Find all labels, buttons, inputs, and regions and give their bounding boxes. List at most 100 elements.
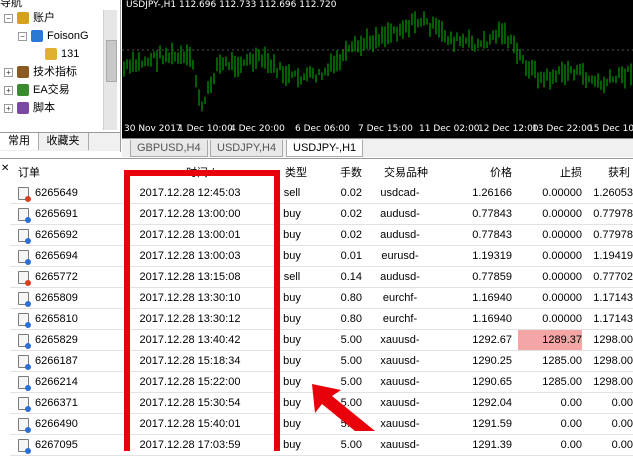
navigator-item[interactable]: + EA交易: [4, 82, 70, 98]
collapse-icon[interactable]: −: [4, 13, 13, 23]
symbol-cell: xauusd-: [380, 418, 420, 430]
order-id: 6267095: [35, 439, 78, 451]
order-icon: [18, 333, 31, 349]
symbol-cell: eurchf-: [382, 313, 418, 325]
order-cell: 6265694: [18, 246, 108, 266]
price-cell: 1292.67: [472, 334, 512, 346]
price-cell: 0.77843: [472, 208, 512, 220]
table-row[interactable]: 6265694 2017.12.28 13:00:03 buy 0.01 eurusd-…: [10, 246, 633, 267]
order-icon: [18, 375, 31, 391]
price-cell: 0.77843: [472, 229, 512, 241]
order-cell: 6266371: [18, 393, 108, 413]
table-row[interactable]: 6266187 2017.12.28 15:18:34 buy 5.00 xauusd-…: [10, 351, 633, 372]
order-icon: [18, 396, 31, 412]
x-tick-label: 15 Dec 10:00: [588, 124, 633, 134]
stoploss-cell: 0.00000: [542, 208, 582, 220]
table-row[interactable]: 6266214 2017.12.28 15:22:00 buy 5.00 xauusd-…: [10, 372, 633, 393]
order-cell: 6265809: [18, 288, 108, 308]
x-tick-label: 4 Dec 20:00: [230, 124, 285, 134]
navigator-item[interactable]: − FoisonG: [18, 28, 89, 44]
navigator-item[interactable]: 131: [32, 46, 79, 62]
scroll-thumb[interactable]: [106, 40, 117, 82]
order-id: 6265772: [35, 271, 78, 283]
expand-icon[interactable]: +: [4, 67, 13, 77]
expand-icon[interactable]: +: [4, 103, 13, 113]
table-row[interactable]: 6265691 2017.12.28 13:00:00 buy 0.02 audusd-…: [10, 204, 633, 225]
column-header[interactable]: 获利: [590, 164, 630, 182]
price-cell: 1291.59: [472, 418, 512, 430]
takeprofit-cell: 1.26053: [593, 187, 633, 199]
takeprofit-cell: 0.00: [611, 418, 633, 430]
price-cell: 0.77859: [472, 271, 512, 283]
table-row[interactable]: 6266371 2017.12.28 15:30:54 buy 5.00 xauusd-…: [10, 393, 633, 414]
column-header[interactable]: 交易品种: [370, 164, 442, 182]
close-icon[interactable]: ✕: [1, 163, 9, 174]
order-cell: 6265829: [18, 330, 108, 350]
navigator-item-label: 131: [61, 48, 80, 60]
navigator-scrollbar[interactable]: [103, 10, 117, 130]
lots-cell: 5.00: [340, 334, 362, 346]
table-row[interactable]: 6265810 2017.12.28 13:30:12 buy 0.80 eurchf-…: [10, 309, 633, 330]
expand-icon[interactable]: +: [4, 85, 13, 95]
table-row[interactable]: 6265772 2017.12.28 13:15:08 sell 0.14 audusd…: [10, 267, 633, 288]
order-icon: [18, 207, 31, 223]
order-id: 6265692: [35, 229, 78, 241]
column-header[interactable]: 类型: [280, 164, 312, 182]
order-id: 6266214: [35, 376, 78, 388]
order-cell: 6265692: [18, 225, 108, 245]
order-icon: [18, 186, 31, 202]
symbol-cell: xauusd-: [380, 355, 420, 367]
price-chart[interactable]: USDJPY-,H1 112.696 112.733 112.696 112.7…: [122, 0, 633, 138]
tab-gbpusd-h4[interactable]: GBPUSD,H4: [130, 140, 208, 157]
chart-title: USDJPY-,H1 112.696 112.733 112.696 112.7…: [126, 0, 337, 10]
table-row[interactable]: 6265829 2017.12.28 13:40:42 buy 5.00 xauusd-…: [10, 330, 633, 351]
column-header[interactable]: 止损: [530, 164, 582, 182]
takeprofit-cell: 0.00: [611, 439, 633, 451]
table-row[interactable]: 6266490 2017.12.28 15:40:01 buy 5.00 xauusd-…: [10, 414, 633, 435]
stoploss-cell: 1289.37: [518, 330, 582, 350]
table-row[interactable]: 6267095 2017.12.28 17:03:59 buy 5.00 xauusd-…: [10, 435, 633, 456]
navigator-item[interactable]: − 账户: [4, 10, 55, 26]
order-cell: 6265649: [18, 183, 108, 203]
takeprofit-cell: 0.00: [611, 397, 633, 409]
table-row[interactable]: 6265692 2017.12.28 13:00:01 buy 0.02 audusd-…: [10, 225, 633, 246]
order-id: 6265649: [35, 187, 78, 199]
tab-usdjpy-h1[interactable]: USDJPY-,H1: [286, 140, 364, 157]
tab-common[interactable]: 常用: [0, 133, 39, 150]
order-id: 6265809: [35, 292, 78, 304]
stoploss-cell: 0.00000: [542, 292, 582, 304]
stoploss-cell: 0.00: [560, 397, 582, 409]
tab-favorites[interactable]: 收藏夹: [38, 133, 89, 150]
annotation-box: [124, 170, 280, 451]
column-header[interactable]: 订单: [18, 164, 78, 182]
lots-cell: 5.00: [340, 439, 362, 451]
lots-cell: 0.80: [340, 292, 362, 304]
collapse-icon[interactable]: −: [18, 31, 27, 41]
takeprofit-cell: 1298.00: [593, 355, 633, 367]
stoploss-cell: 0.00: [560, 439, 582, 451]
symbol-cell: eurusd-: [381, 250, 419, 262]
folder-icon: [31, 30, 43, 43]
price-cell: 1.16940: [472, 313, 512, 325]
lots-cell: 0.02: [340, 208, 362, 220]
navigator-item[interactable]: + 技术指标: [4, 64, 77, 80]
column-header[interactable]: 手数: [330, 164, 362, 182]
navigator-item[interactable]: + 脚本: [4, 100, 55, 116]
takeprofit-cell: 1298.00: [593, 334, 633, 346]
symbol-cell: xauusd-: [380, 439, 420, 451]
navigator-panel: 导航 − 账户 − FoisonG 131 + 技术指标 + EA交易 + 脚本 常用 收藏夹: [0, 0, 121, 152]
folder-icon: [17, 102, 29, 115]
navigator-item-label: EA交易: [33, 84, 70, 96]
table-row[interactable]: 6265809 2017.12.28 13:30:10 buy 0.80 eurchf-…: [10, 288, 633, 309]
table-row[interactable]: 6265649 2017.12.28 12:45:03 sell 0.02 usdcad…: [10, 183, 633, 204]
symbol-cell: eurchf-: [382, 292, 418, 304]
column-header[interactable]: 价格: [450, 164, 512, 182]
order-icon: [18, 249, 31, 265]
price-cell: 1292.04: [472, 397, 512, 409]
orders-table: 订单 时间 / 类型 手数 交易品种 价格 止损 获利 6265649 2017.12.28 12…: [10, 159, 633, 456]
symbol-cell: audusd-: [380, 208, 420, 220]
stoploss-cell: 0.00000: [542, 250, 582, 262]
lots-cell: 5.00: [340, 418, 362, 430]
tab-usdjpy-h4[interactable]: USDJPY,H4: [210, 140, 284, 157]
stoploss-cell: 1285.00: [542, 376, 582, 388]
